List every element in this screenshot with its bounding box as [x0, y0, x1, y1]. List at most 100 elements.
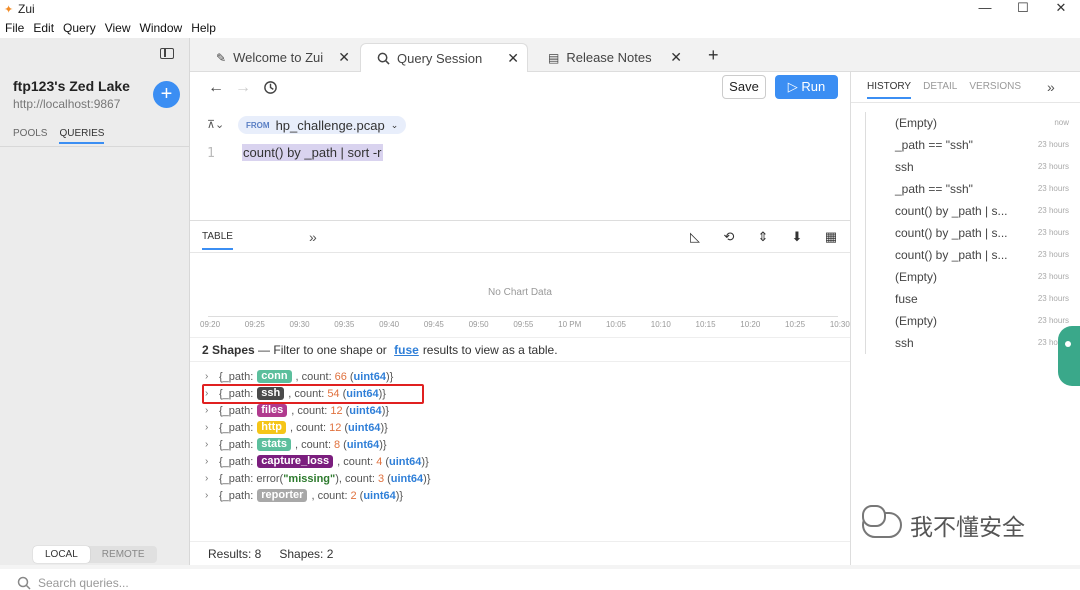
chevron-right-icon[interactable]: ›	[205, 405, 219, 416]
count-value: 12	[329, 421, 342, 434]
path-badge[interactable]: stats	[257, 438, 291, 451]
maximize-button[interactable]: ☐	[1004, 0, 1042, 18]
tab-query-session[interactable]: Query Session ✕	[360, 43, 528, 72]
sidebar-toggle-icon[interactable]	[160, 48, 174, 59]
menu-window[interactable]: Window	[140, 21, 183, 35]
chevron-right-icon[interactable]: ›	[205, 422, 219, 433]
tab-versions[interactable]: VERSIONS	[969, 81, 1021, 99]
close-icon[interactable]: ✕	[670, 49, 682, 66]
history-query: fuse	[895, 292, 918, 306]
minimize-button[interactable]: —	[966, 0, 1004, 18]
history-item[interactable]: ssh 23 hours	[865, 332, 1075, 354]
chevron-right-icon[interactable]: ›	[205, 473, 219, 484]
menu-help[interactable]: Help	[191, 21, 216, 35]
tab-queries[interactable]: QUERIES	[59, 128, 105, 144]
type-label: uint64	[348, 421, 381, 434]
fuse-link[interactable]: fuse	[394, 343, 419, 357]
forward-arrow-icon[interactable]: →	[235, 79, 251, 97]
history-time: 23 hours	[1037, 140, 1069, 149]
tick-label: 09:45	[423, 320, 444, 329]
history-query: (Empty)	[895, 314, 937, 328]
menu-file[interactable]: File	[5, 21, 24, 35]
tab-welcome[interactable]: ✎ Welcome to Zui ✕	[198, 43, 358, 72]
divider	[190, 252, 850, 253]
search-queries[interactable]: Search queries...	[17, 576, 129, 590]
chevron-right-double-icon[interactable]: »	[309, 229, 317, 245]
history-item[interactable]: count() by _path | s... 23 hours	[865, 222, 1075, 244]
shapes-icon[interactable]: ◺	[687, 229, 703, 245]
pin-icon[interactable]: ⊼⌄	[207, 118, 224, 131]
menu-edit[interactable]: Edit	[33, 21, 54, 35]
status-bar: Results: 8 Shapes: 2	[190, 541, 850, 565]
history-query: ssh	[895, 336, 914, 350]
menu-view[interactable]: View	[105, 21, 131, 35]
history-time: 23 hours	[1037, 228, 1069, 237]
path-badge[interactable]: http	[257, 421, 287, 434]
tab-release-notes[interactable]: ▤ Release Notes ✕	[530, 43, 690, 72]
query-text[interactable]: count() by _path | sort -r	[242, 144, 383, 161]
history-item[interactable]: count() by _path | s... 23 hours	[865, 200, 1075, 222]
refresh-icon[interactable]: ⟲	[721, 229, 737, 245]
pool-selector[interactable]: FROM hp_challenge.pcap ⌄	[238, 116, 407, 134]
count-label: , count:	[338, 472, 375, 485]
back-arrow-icon[interactable]: ←	[208, 79, 224, 97]
result-row[interactable]: › {_path: error("missing"), count: 3(uint6…	[205, 470, 431, 487]
row-prefix: {_path:	[219, 455, 254, 468]
history-item[interactable]: fuse 23 hours	[865, 288, 1075, 310]
search-input[interactable]: Search queries...	[38, 576, 129, 590]
result-row[interactable]: › {_path: http, count: 12(uint64)}	[205, 419, 431, 436]
history-item[interactable]: count() by _path | s... 23 hours	[865, 244, 1075, 266]
wechat-icon	[862, 505, 902, 538]
close-icon[interactable]: ✕	[507, 50, 519, 67]
result-row[interactable]: › {_path: conn, count: 66(uint64)}	[205, 368, 431, 385]
history-item[interactable]: ssh 23 hours	[865, 156, 1075, 178]
tab-pools[interactable]: POOLS	[13, 128, 47, 144]
chevron-right-double-icon[interactable]: »	[1047, 79, 1055, 95]
table-view-icon[interactable]: ▦	[823, 229, 839, 245]
close-icon[interactable]: ✕	[338, 49, 350, 66]
path-badge[interactable]: reporter	[257, 489, 308, 502]
history-item[interactable]: (Empty) now	[865, 112, 1075, 134]
chevron-right-icon[interactable]: ›	[205, 456, 219, 467]
history-item[interactable]: (Empty) 23 hours	[865, 310, 1075, 332]
path-badge[interactable]: conn	[257, 370, 292, 383]
count-value: 8	[334, 438, 341, 451]
type-label: uint64	[390, 472, 424, 485]
watermark: 我不懂安全	[862, 505, 1025, 542]
chevron-right-icon[interactable]: ›	[205, 439, 219, 450]
type-label: uint64	[349, 404, 382, 417]
chevron-right-icon[interactable]: ›	[205, 371, 219, 382]
history-item[interactable]: _path == "ssh" 23 hours	[865, 134, 1075, 156]
path-badge[interactable]: files	[257, 404, 288, 417]
add-button[interactable]: +	[153, 81, 180, 108]
history-query: count() by _path | s...	[895, 226, 1008, 240]
new-tab-button[interactable]: +	[708, 45, 719, 66]
shapes-summary: 2 Shapes — Filter to one shape or fuse re…	[190, 337, 850, 362]
result-row[interactable]: › {_path: stats, count: 8(uint64)}	[205, 436, 431, 453]
close-button[interactable]: ✕	[1042, 0, 1080, 18]
chevron-right-icon[interactable]: ›	[205, 490, 219, 501]
history-item[interactable]: (Empty) 23 hours	[865, 266, 1075, 288]
tab-history[interactable]: HISTORY	[867, 81, 912, 99]
result-row[interactable]: › {_path: capture_loss, count: 4(uint64)}	[205, 453, 431, 470]
save-button[interactable]: Save	[722, 75, 766, 99]
menu-query[interactable]: Query	[63, 21, 96, 35]
tick-label: 09:55	[513, 320, 534, 329]
lake-url: http://localhost:9867	[13, 97, 121, 111]
query-editor[interactable]: ⊼⌄ FROM hp_challenge.pcap ⌄ 1 count() by…	[190, 106, 850, 221]
result-row[interactable]: › {_path: reporter, count: 2(uint64)}	[205, 487, 431, 504]
path-badge[interactable]: capture_loss	[257, 455, 334, 468]
run-button[interactable]: ▷ Run	[775, 75, 838, 99]
tab-remote[interactable]: REMOTE	[90, 546, 157, 563]
count-value: 2	[350, 489, 357, 502]
history-icon[interactable]	[263, 80, 278, 95]
tab-detail[interactable]: DETAIL	[923, 81, 957, 99]
history-item[interactable]: _path == "ssh" 23 hours	[865, 178, 1075, 200]
result-row[interactable]: › {_path: files, count: 12(uint64)}	[205, 402, 431, 419]
export-icon[interactable]: ⬇	[789, 229, 805, 245]
tab-local[interactable]: LOCAL	[33, 546, 90, 563]
tab-table[interactable]: TABLE	[202, 231, 233, 250]
expand-icon[interactable]: ⇕	[755, 229, 771, 245]
results-pane: TABLE » ◺ ⟲ ⇕ ⬇ ▦ No Chart Data 09:20 09:…	[190, 221, 850, 569]
lake-name[interactable]: ftp123's Zed Lake	[13, 78, 130, 94]
